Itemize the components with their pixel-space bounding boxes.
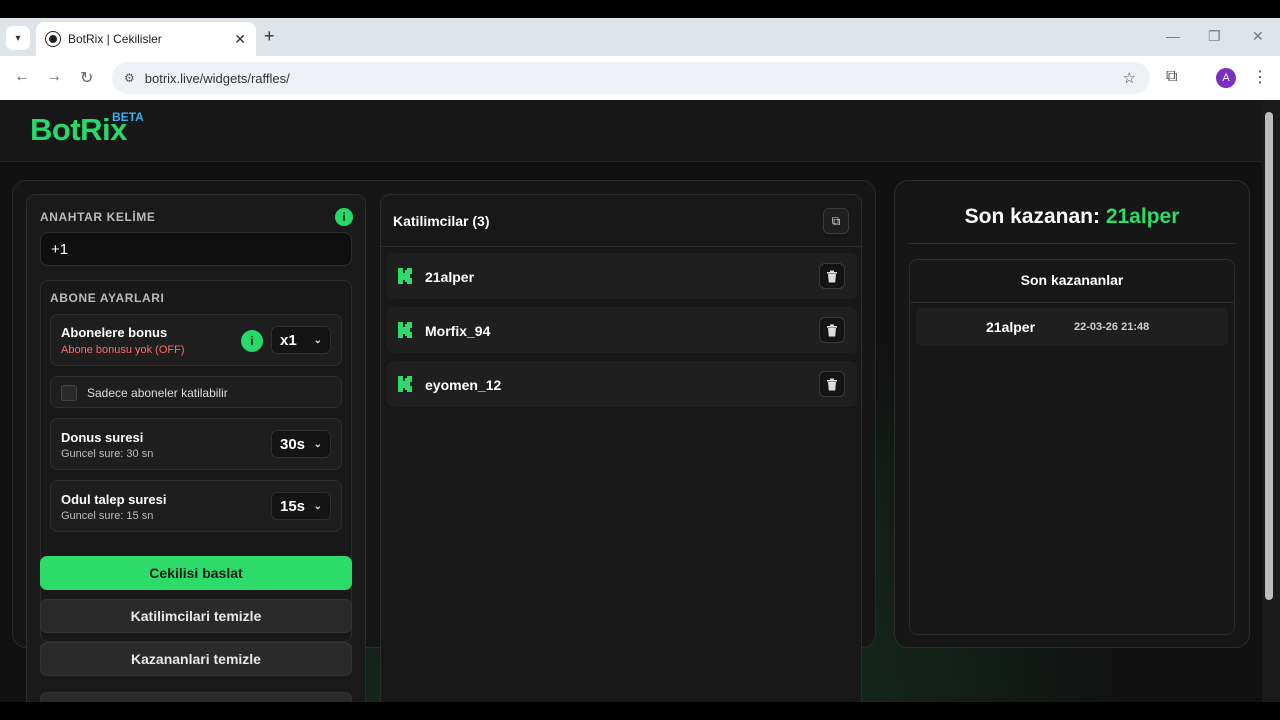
kick-icon (398, 322, 412, 338)
subscriber-settings-label: ABONE AYARLARI (50, 291, 165, 305)
winner-row: 21alper 22-03-26 21:48 (916, 308, 1228, 346)
chevron-down-icon: ⌄ (313, 438, 322, 450)
site-header: BotRix BETA (0, 100, 1262, 162)
spin-duration-card: Donus suresi Guncel sure: 30 sn 30s ⌄ (50, 418, 342, 470)
sub-bonus-card: Abonelere bonus Abone bonusu yok (OFF) i… (50, 314, 342, 366)
extensions-icon[interactable]: ⧉ (1166, 68, 1177, 86)
last-winner-name: 21alper (1105, 205, 1180, 228)
clear-winners-button[interactable]: Kazananlari temizle (40, 642, 352, 676)
new-tab-button[interactable]: + (264, 26, 275, 47)
trash-icon (827, 270, 837, 282)
trash-icon (827, 324, 837, 336)
profile-avatar[interactable]: A (1216, 68, 1236, 88)
participant-name: eyomen_12 (425, 377, 502, 393)
claim-duration-select[interactable]: 15s ⌄ (271, 492, 331, 520)
start-raffle-button[interactable]: Cekilisi baslat (40, 556, 352, 590)
spin-duration-title: Donus suresi (61, 430, 144, 445)
os-bottom-bar (0, 702, 1280, 720)
restore-icon[interactable]: ❐ (1208, 28, 1221, 45)
spin-duration-select[interactable]: 30s ⌄ (271, 430, 331, 458)
kick-icon (398, 376, 412, 392)
bookmark-star-icon[interactable]: ☆ (1123, 69, 1136, 87)
tab-title: BotRix | Cekilisler (68, 32, 162, 46)
minimize-icon[interactable]: — (1166, 28, 1180, 44)
sub-bonus-title: Abonelere bonus (61, 325, 168, 340)
participants-panel: Katilimcilar (3) ⧉ 21alper Morfix_94 eyo… (380, 194, 862, 702)
url-text[interactable]: botrix.live/widgets/raffles/ (145, 71, 1123, 86)
keyword-info-icon[interactable]: i (335, 208, 353, 226)
participants-title: Katilimcilar (3) (393, 213, 490, 229)
delete-participant-button[interactable] (819, 317, 845, 343)
recent-winners-title: Son kazananlar (1020, 272, 1124, 288)
more-button[interactable] (40, 692, 352, 702)
claim-duration-value: 15s (280, 497, 306, 515)
claim-duration-current: Guncel sure: 15 sn (61, 510, 154, 522)
winner-name: 21alper (986, 319, 1036, 335)
clear-participants-button[interactable]: Katilimcilari temizle (40, 599, 352, 633)
chevron-down-icon: ⌄ (313, 500, 322, 512)
keyword-label: ANAHTAR KELİME (40, 210, 156, 224)
scrollbar-thumb[interactable] (1265, 112, 1273, 600)
sub-bonus-value: x1 (280, 331, 297, 349)
back-icon[interactable]: ← (14, 68, 30, 86)
claim-duration-card: Odul talep suresi Guncel sure: 15 sn 15s… (50, 480, 342, 532)
last-winner-heading: Son kazanan: 21alper (895, 205, 1249, 229)
reload-icon[interactable]: ↻ (80, 68, 93, 88)
divider (909, 243, 1235, 244)
delete-participant-button[interactable] (819, 371, 845, 397)
winners-panel: Son kazanan: 21alper Son kazananlar 21al… (894, 180, 1250, 648)
sub-bonus-select[interactable]: x1 ⌄ (271, 326, 331, 354)
participant-row: Morfix_94 (387, 307, 857, 353)
beta-badge: BETA (112, 110, 144, 124)
participant-row: 21alper (387, 253, 857, 299)
address-bar[interactable]: ⚙ botrix.live/widgets/raffles/ ☆ (112, 62, 1150, 94)
close-tab-icon[interactable]: ✕ (234, 31, 246, 48)
last-winner-label: Son kazanan: (964, 205, 1100, 228)
divider (910, 302, 1234, 303)
browser-tab-strip: ▾ BotRix | Cekilisler ✕ + — ❐ ✕ (0, 18, 1280, 56)
copy-icon[interactable]: ⧉ (823, 208, 849, 234)
trash-icon (827, 378, 837, 390)
browser-tab[interactable]: BotRix | Cekilisler ✕ (36, 22, 256, 56)
forward-icon[interactable]: → (46, 68, 62, 86)
chevron-down-icon: ⌄ (313, 334, 322, 346)
participant-row: eyomen_12 (387, 361, 857, 407)
page-content: BotRix BETA ANAHTAR KELİME i +1 ABONE AY… (0, 100, 1262, 702)
winner-time: 22-03-26 21:48 (1074, 321, 1150, 333)
favicon-icon (45, 31, 61, 47)
sub-bonus-status: Abone bonusu yok (OFF) (61, 344, 185, 356)
participants-header: Katilimcilar (3) ⧉ (381, 195, 861, 247)
spin-duration-value: 30s (280, 435, 306, 453)
browser-menu-icon[interactable]: ⋮ (1252, 67, 1268, 87)
close-window-icon[interactable]: ✕ (1252, 28, 1264, 45)
keyword-input[interactable]: +1 (40, 232, 352, 266)
sub-bonus-info-icon[interactable]: i (241, 330, 263, 352)
spin-duration-current: Guncel sure: 30 sn (61, 448, 154, 460)
subs-only-checkbox[interactable] (61, 385, 77, 401)
browser-toolbar: ← → ↻ ⚙ botrix.live/widgets/raffles/ ☆ ⧉… (0, 56, 1280, 100)
claim-duration-title: Odul talep suresi (61, 492, 167, 507)
subs-only-label: Sadece aboneler katilabilir (87, 386, 228, 400)
tab-search-button[interactable]: ▾ (6, 26, 30, 50)
participant-name: Morfix_94 (425, 323, 491, 339)
recent-winners-box: Son kazananlar 21alper 22-03-26 21:48 (909, 259, 1235, 635)
kick-icon (398, 268, 412, 284)
delete-participant-button[interactable] (819, 263, 845, 289)
participant-name: 21alper (425, 269, 475, 285)
subs-only-card[interactable]: Sadece aboneler katilabilir (50, 376, 342, 408)
os-top-bar (0, 0, 1280, 18)
site-settings-icon[interactable]: ⚙ (124, 71, 135, 85)
